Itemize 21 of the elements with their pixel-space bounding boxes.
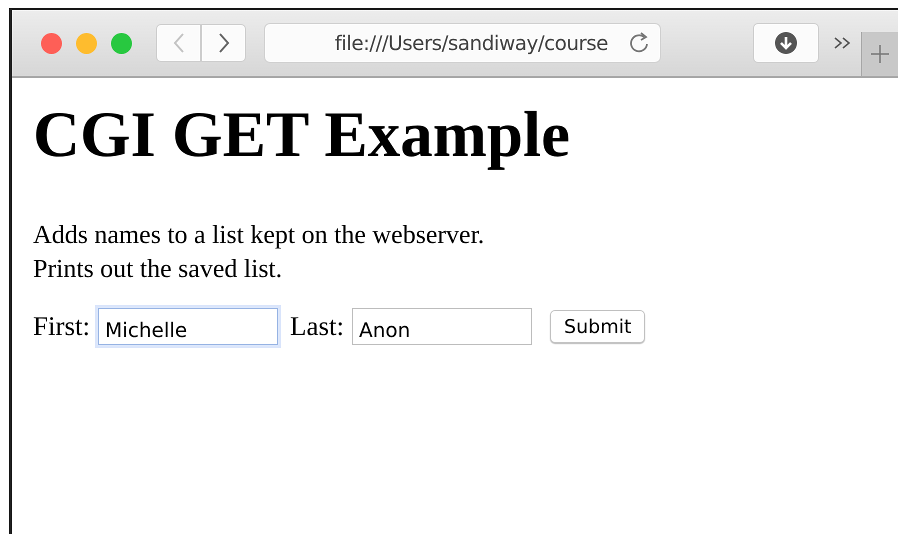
- name-input[interactable]: Anon: [352, 308, 532, 345]
- address-text: file:///Users/sandiway/course: [334, 31, 608, 55]
- plus-icon: [870, 44, 890, 64]
- submit-button[interactable]: Submit: [550, 310, 646, 343]
- forward-button[interactable]: [201, 24, 246, 62]
- field-label: First:: [33, 311, 90, 342]
- description-text: Adds names to a list kept on the webserver.: [33, 219, 486, 251]
- download-button[interactable]: [753, 23, 819, 63]
- new-tab-button[interactable]: [861, 32, 898, 76]
- description-text: Prints out the saved list.: [33, 253, 284, 285]
- chevron-left-icon: [172, 32, 186, 54]
- more-icon[interactable]: [833, 36, 853, 50]
- page-heading: CGI GET Example: [33, 98, 570, 173]
- field-label: Last:: [290, 311, 344, 342]
- chevron-right-icon: [216, 32, 230, 54]
- download-icon: [774, 31, 798, 55]
- maximize-window-button[interactable]: [111, 32, 132, 54]
- address-field[interactable]: file:///Users/sandiway/course: [264, 23, 661, 63]
- close-window-button[interactable]: [41, 32, 62, 54]
- reload-icon[interactable]: [628, 31, 650, 55]
- name-input[interactable]: Michelle: [98, 308, 278, 345]
